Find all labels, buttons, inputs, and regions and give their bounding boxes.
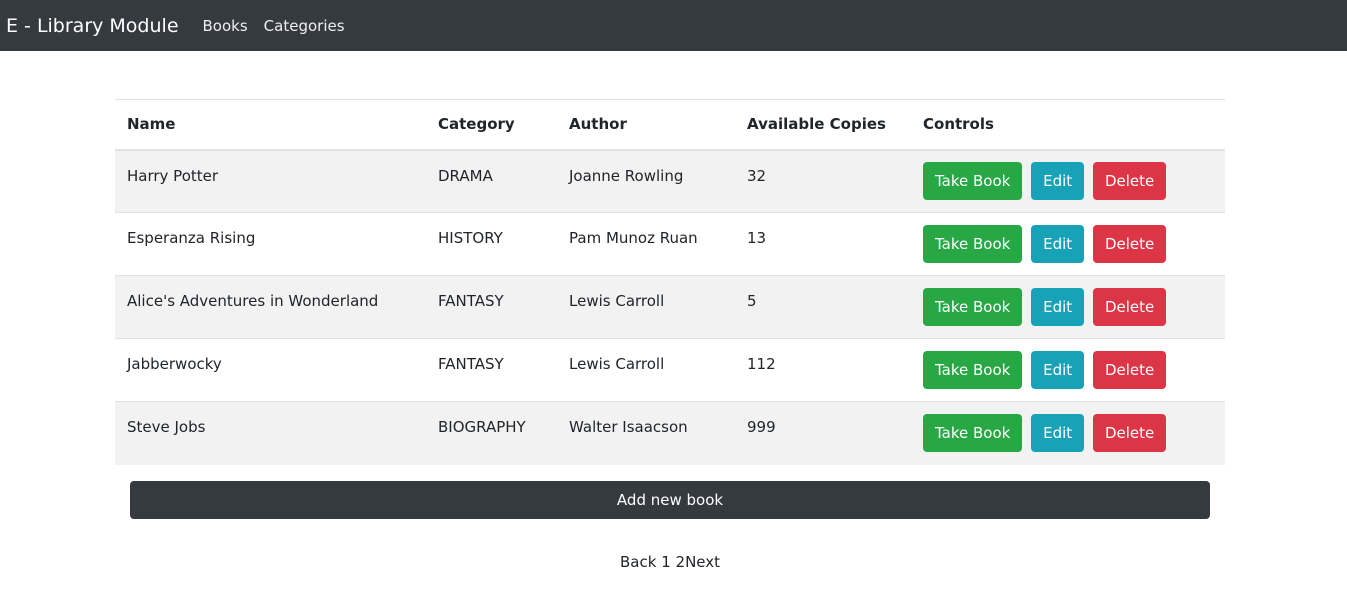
delete-button[interactable]: Delete <box>1092 351 1167 389</box>
delete-button[interactable]: Delete <box>1092 225 1167 263</box>
table-row: Alice's Adventures in Wonderland FANTASY… <box>115 275 1225 339</box>
take-book-button[interactable]: Take Book <box>923 225 1023 263</box>
add-new-book-button[interactable]: Add new book <box>130 480 1210 519</box>
row-controls: Take Book Edit Delete <box>911 212 1225 276</box>
header-category: Category <box>426 99 557 151</box>
book-author: Joanne Rowling <box>569 166 684 185</box>
book-category: BIOGRAPHY <box>426 401 557 465</box>
header-name: Name <box>115 99 426 151</box>
edit-button[interactable]: Edit <box>1031 288 1085 326</box>
pagination: Back 1 2Next <box>0 553 1340 571</box>
delete-button[interactable]: Delete <box>1092 288 1167 326</box>
book-name: Steve Jobs <box>115 401 426 465</box>
delete-button[interactable]: Delete <box>1092 414 1167 453</box>
row-controls: Take Book Edit Delete <box>911 150 1225 213</box>
table-row: Jabberwocky FANTASY Lewis Carroll 112 Ta… <box>115 338 1225 402</box>
book-name: Esperanza Rising <box>115 212 426 276</box>
book-copies: 112 <box>735 338 911 402</box>
pagination-page-2[interactable]: 2 <box>676 553 686 571</box>
book-copies: 5 <box>735 275 911 339</box>
book-name: Alice's Adventures in Wonderland <box>115 275 426 339</box>
pagination-back[interactable]: Back <box>620 553 656 571</box>
navbar-brand[interactable]: E - Library Module <box>6 15 179 37</box>
pagination-page-1[interactable]: 1 <box>661 553 671 571</box>
row-controls: Take Book Edit Delete <box>911 275 1225 339</box>
table-row: Esperanza Rising HISTORY Pam Munoz Ruan … <box>115 212 1225 276</box>
book-author: Pam Munoz Ruan <box>557 212 735 276</box>
take-book-button[interactable]: Take Book <box>923 414 1023 453</box>
edit-button[interactable]: Edit <box>1031 351 1085 389</box>
header-controls: Controls <box>911 99 1225 151</box>
row-controls: Take Book Edit Delete <box>911 401 1225 465</box>
table-row: Steve Jobs BIOGRAPHY Walter Isaacson 999… <box>115 401 1225 465</box>
book-name: Harry Potter <box>127 166 219 185</box>
nav-link-books[interactable]: Books <box>203 17 248 35</box>
book-copies: 999 <box>735 401 911 465</box>
edit-button[interactable]: Edit <box>1031 162 1085 201</box>
book-copies: 13 <box>735 212 911 276</box>
table-header-row: Name Category Author Available Copies Co… <box>115 99 1225 151</box>
book-category: FANTASY <box>426 275 557 339</box>
take-book-button[interactable]: Take Book <box>923 288 1023 326</box>
delete-button[interactable]: Delete <box>1092 162 1167 201</box>
main-container: Name Category Author Available Copies Co… <box>115 99 1225 519</box>
book-name: Jabberwocky <box>115 338 426 402</box>
pagination-next[interactable]: Next <box>685 553 720 571</box>
header-author: Author <box>557 99 735 151</box>
take-book-button[interactable]: Take Book <box>923 162 1023 201</box>
take-book-button[interactable]: Take Book <box>923 351 1023 389</box>
nav-link-categories[interactable]: Categories <box>264 17 345 35</box>
edit-button[interactable]: Edit <box>1031 225 1085 263</box>
book-category: DRAMA <box>438 166 493 185</box>
edit-button[interactable]: Edit <box>1031 414 1085 453</box>
book-category: FANTASY <box>426 338 557 402</box>
book-author: Lewis Carroll <box>557 338 735 402</box>
book-author: Walter Isaacson <box>557 401 735 465</box>
book-copies: 32 <box>747 166 767 185</box>
books-table: Name Category Author Available Copies Co… <box>115 99 1225 465</box>
header-available-copies: Available Copies <box>735 99 911 151</box>
row-controls: Take Book Edit Delete <box>911 338 1225 402</box>
book-author: Lewis Carroll <box>557 275 735 339</box>
book-category: HISTORY <box>426 212 557 276</box>
table-row: Harry Potter DRAMA Joanne Rowling 32 Tak… <box>115 149 1225 213</box>
navbar: E - Library Module Books Categories <box>0 0 1347 51</box>
